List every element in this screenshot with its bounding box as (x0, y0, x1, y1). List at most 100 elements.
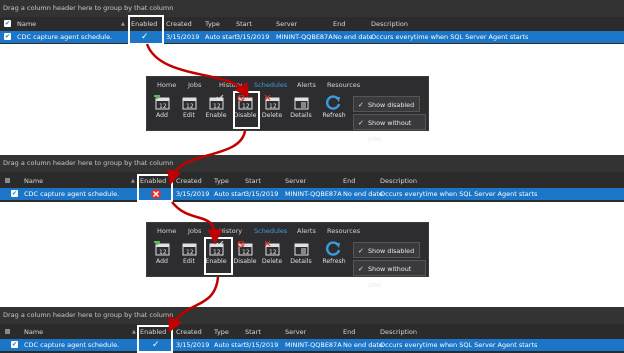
calendar-edit-icon: 12 (182, 243, 197, 256)
col-start[interactable]: Start (245, 175, 261, 187)
calendar-delete-icon: 12 (264, 241, 280, 256)
ribbon-2: Home Jobs History Schedules Alerts Resou… (146, 222, 429, 289)
col-type[interactable]: Type (214, 175, 229, 187)
show-disabled-toggle[interactable]: ✓ Show disabled (353, 242, 420, 258)
col-created[interactable]: Created (176, 326, 202, 338)
col-start[interactable]: Start (236, 18, 252, 30)
details-button[interactable]: Details (289, 241, 313, 271)
row-server: MININT-QQBE87A (285, 190, 342, 198)
row-server: MININT-QQBE87A (285, 341, 342, 349)
table-row[interactable]: ✔ CDC capture agent schedule. ✓ 3/15/201… (0, 31, 624, 43)
group-by-hint: Drag a column header here to group by th… (0, 307, 624, 324)
edit-button[interactable]: 12 Edit (177, 95, 201, 125)
col-end[interactable]: End (333, 18, 345, 30)
col-created[interactable]: Created (176, 175, 202, 187)
disable-button[interactable]: 12 Disable (233, 241, 257, 271)
tab-alerts[interactable]: Alerts (297, 227, 316, 235)
edit-button[interactable]: 12 Edit (177, 241, 201, 271)
checkmark-icon: ✓ (358, 101, 364, 109)
delete-button[interactable]: 12 Delete (260, 241, 284, 271)
row-description: Occurs everytime when SQL Server Agent s… (371, 33, 529, 41)
delete-button[interactable]: 12 Delete (260, 95, 284, 125)
table-row[interactable]: ✔ CDC capture agent schedule. ✓ 3/15/201… (0, 339, 624, 351)
tab-jobs[interactable]: Jobs (188, 81, 201, 89)
col-end[interactable]: End (343, 326, 355, 338)
row-description: Occurs everytime when SQL Server Agent s… (380, 190, 538, 198)
table-row[interactable]: ✔ CDC capture agent schedule. 3/15/2019 … (0, 188, 624, 200)
refresh-button[interactable]: Refresh (322, 95, 346, 125)
column-header-row: Name ▲ Enabled Created Type Start Server… (0, 326, 624, 338)
row-checkbox[interactable]: ✔ (11, 341, 18, 348)
tab-jobs[interactable]: Jobs (188, 227, 201, 235)
tab-alerts[interactable]: Alerts (297, 81, 316, 89)
column-header-row: Name ▲ Enabled Created Type Start Server… (0, 175, 624, 187)
sort-caret-icon: ▲ (131, 178, 135, 184)
col-created[interactable]: Created (166, 18, 192, 30)
tab-schedules[interactable]: Schedules (254, 81, 287, 89)
details-button[interactable]: Details (289, 95, 313, 125)
col-server[interactable]: Server (285, 326, 306, 338)
edit-label: Edit (183, 112, 195, 119)
col-description[interactable]: Description (380, 175, 417, 187)
col-description[interactable]: Description (371, 18, 408, 30)
tab-resources[interactable]: Resources (327, 227, 360, 235)
col-name[interactable]: Name (24, 326, 43, 338)
row-name: CDC capture agent schedule. (24, 341, 120, 349)
details-label: Details (290, 258, 312, 265)
row-end: No end date (343, 341, 383, 349)
row-start: 3/15/2019 (236, 33, 270, 41)
col-description[interactable]: Description (380, 326, 417, 338)
row-created: 3/15/2019 (166, 33, 200, 41)
tab-schedules[interactable]: Schedules (254, 227, 287, 235)
show-without-jobs-label: Show without jobs (368, 119, 412, 143)
col-start[interactable]: Start (245, 326, 261, 338)
show-without-jobs-toggle[interactable]: ✓ Show without jobs (353, 260, 426, 289)
add-label: Add (156, 112, 168, 119)
svg-text:12: 12 (242, 249, 250, 256)
tab-resources[interactable]: Resources (327, 81, 360, 89)
svg-text:12: 12 (186, 249, 194, 256)
col-server[interactable]: Server (276, 18, 297, 30)
checkmark-icon: ✓ (358, 265, 364, 273)
row-checkbox[interactable]: ✔ (4, 33, 11, 40)
tab-history[interactable]: History (219, 81, 242, 89)
group-by-hint: Drag a column header here to group by th… (0, 155, 624, 172)
col-name[interactable]: Name (17, 18, 36, 30)
add-button[interactable]: 12 Add (150, 95, 174, 125)
refresh-button[interactable]: Refresh (322, 241, 346, 271)
sort-caret-icon: ▲ (132, 329, 136, 335)
show-without-jobs-label: Show without jobs (368, 265, 412, 289)
tab-home[interactable]: Home (157, 227, 176, 235)
show-without-jobs-toggle[interactable]: ✓ Show without jobs (353, 114, 426, 143)
enable-button[interactable]: 12 Enable (204, 95, 228, 125)
row-start: 3/15/2019 (245, 341, 279, 349)
grid-panel-1: Drag a column header here to group by th… (0, 0, 624, 45)
col-type[interactable]: Type (205, 18, 220, 30)
tab-home[interactable]: Home (157, 81, 176, 89)
show-disabled-label: Show disabled (368, 247, 415, 255)
select-all-box[interactable] (5, 178, 10, 183)
col-server[interactable]: Server (285, 175, 306, 187)
delete-label: Delete (261, 112, 283, 119)
select-all-box[interactable] (5, 329, 10, 334)
tab-history[interactable]: History (219, 227, 242, 235)
svg-text:12: 12 (159, 249, 167, 256)
svg-text:12: 12 (269, 249, 277, 256)
svg-text:12: 12 (159, 103, 167, 110)
refresh-icon (326, 95, 341, 110)
refresh-icon (326, 241, 341, 256)
add-button[interactable]: 12 Add (150, 241, 174, 271)
group-by-hint: Drag a column header here to group by th… (0, 0, 624, 17)
edit-label: Edit (183, 258, 195, 265)
delete-label: Delete (261, 258, 283, 265)
refresh-label: Refresh (322, 258, 346, 265)
col-name[interactable]: Name (24, 175, 43, 187)
grid-panel-2: Drag a column header here to group by th… (0, 155, 624, 202)
ribbon-1: Home Jobs History Schedules Alerts Resou… (146, 76, 429, 143)
select-all-checkbox[interactable]: ✔ (4, 20, 11, 27)
enable-label: Enable (205, 112, 227, 119)
col-type[interactable]: Type (214, 326, 229, 338)
row-checkbox[interactable]: ✔ (11, 190, 18, 197)
col-end[interactable]: End (343, 175, 355, 187)
show-disabled-toggle[interactable]: ✓ Show disabled (353, 96, 420, 112)
